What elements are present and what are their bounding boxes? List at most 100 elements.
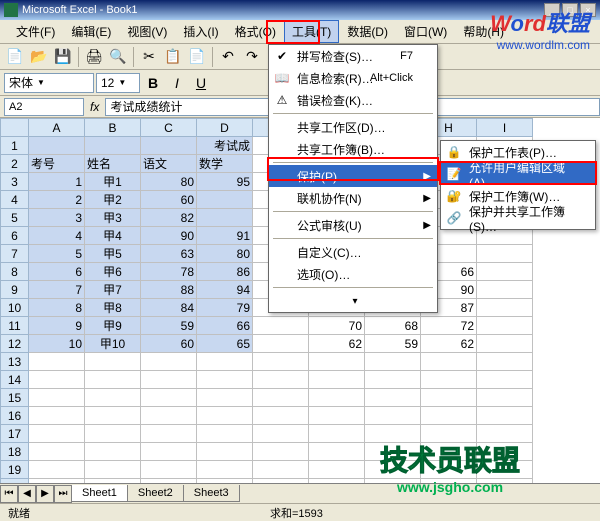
cell[interactable]: 甲10	[85, 335, 141, 353]
menu-item[interactable]: ⚠错误检查(K)…	[269, 89, 437, 111]
preview-button[interactable]: 🔍	[107, 46, 129, 68]
row-header[interactable]: 17	[1, 425, 29, 443]
cell[interactable]	[85, 461, 141, 479]
cell[interactable]	[29, 353, 85, 371]
menu-item[interactable]: 共享工作簿(B)…	[269, 138, 437, 160]
cell[interactable]	[141, 389, 197, 407]
menu-4[interactable]: 格式(O)	[227, 20, 284, 43]
cell[interactable]	[197, 191, 253, 209]
cell[interactable]	[197, 443, 253, 461]
font-name-combo[interactable]: 宋体▼	[4, 73, 94, 93]
cell[interactable]	[197, 353, 253, 371]
cell[interactable]	[141, 443, 197, 461]
cell[interactable]: 6	[29, 263, 85, 281]
cell[interactable]: 63	[141, 245, 197, 263]
menu-3[interactable]: 插入(I)	[175, 20, 226, 43]
cell[interactable]	[141, 407, 197, 425]
cell[interactable]	[477, 335, 533, 353]
row-header[interactable]: 8	[1, 263, 29, 281]
cell[interactable]	[477, 281, 533, 299]
sheet-tab[interactable]: Sheet1	[71, 485, 128, 502]
cell[interactable]	[309, 353, 365, 371]
cell[interactable]	[29, 371, 85, 389]
cell[interactable]: 9	[29, 317, 85, 335]
menu-item[interactable]: 联机协作(N)▶	[269, 187, 437, 209]
bold-button[interactable]: B	[142, 72, 164, 94]
underline-button[interactable]: U	[190, 72, 212, 94]
cell[interactable]: 84	[141, 299, 197, 317]
cell[interactable]	[477, 263, 533, 281]
cell[interactable]	[421, 389, 477, 407]
cell[interactable]: 59	[365, 335, 421, 353]
print-button[interactable]: 🖨	[83, 46, 105, 68]
cell[interactable]	[85, 353, 141, 371]
row-header[interactable]: 6	[1, 227, 29, 245]
cell[interactable]: 95	[197, 173, 253, 191]
cell[interactable]: 4	[29, 227, 85, 245]
redo-button[interactable]: ↷	[241, 46, 263, 68]
menu-5[interactable]: 工具(T)	[284, 20, 339, 43]
cell[interactable]	[309, 425, 365, 443]
cell[interactable]: 8	[29, 299, 85, 317]
cell[interactable]: 1	[29, 173, 85, 191]
cell[interactable]: 80	[197, 245, 253, 263]
cell[interactable]	[197, 389, 253, 407]
cell[interactable]	[141, 353, 197, 371]
cell[interactable]: 甲9	[85, 317, 141, 335]
cell[interactable]: 66	[197, 317, 253, 335]
cell[interactable]	[141, 371, 197, 389]
cell[interactable]: 3	[29, 209, 85, 227]
menu-7[interactable]: 窗口(W)	[396, 20, 455, 43]
cell[interactable]: 86	[197, 263, 253, 281]
cell[interactable]	[253, 389, 309, 407]
cell[interactable]	[253, 353, 309, 371]
submenu-item[interactable]: 📝允许用户编辑区域(A)…	[441, 163, 595, 185]
undo-button[interactable]: ↶	[217, 46, 239, 68]
menu-item[interactable]: 📖信息检索(R)…Alt+Click	[269, 67, 437, 89]
cell[interactable]: 79	[197, 299, 253, 317]
cell[interactable]	[141, 137, 197, 155]
cell[interactable]	[85, 407, 141, 425]
row-header[interactable]: 11	[1, 317, 29, 335]
cell[interactable]	[85, 137, 141, 155]
menu-item[interactable]: 自定义(C)…	[269, 241, 437, 263]
cell[interactable]: 72	[421, 317, 477, 335]
cell[interactable]: 90	[141, 227, 197, 245]
cell[interactable]: 78	[141, 263, 197, 281]
cell[interactable]: 70	[309, 317, 365, 335]
cell[interactable]: 甲4	[85, 227, 141, 245]
cell[interactable]	[85, 389, 141, 407]
cell[interactable]	[141, 461, 197, 479]
cell[interactable]: 88	[141, 281, 197, 299]
cell[interactable]	[197, 209, 253, 227]
cell[interactable]	[253, 425, 309, 443]
cell[interactable]	[253, 371, 309, 389]
menu-item[interactable]: 共享工作区(D)…	[269, 116, 437, 138]
fx-icon[interactable]: fx	[84, 100, 105, 114]
cell[interactable]	[309, 461, 365, 479]
cell[interactable]: 91	[197, 227, 253, 245]
row-header[interactable]: 4	[1, 191, 29, 209]
cell[interactable]: 考试成	[197, 137, 253, 155]
menu-1[interactable]: 编辑(E)	[63, 20, 119, 43]
cell[interactable]	[309, 407, 365, 425]
row-header[interactable]: 13	[1, 353, 29, 371]
cell[interactable]	[477, 371, 533, 389]
cell[interactable]	[421, 353, 477, 371]
menu-6[interactable]: 数据(D)	[339, 20, 396, 43]
cell[interactable]: 62	[309, 335, 365, 353]
cell[interactable]	[85, 371, 141, 389]
tab-nav-prev[interactable]: ◀	[18, 485, 36, 503]
cell[interactable]	[29, 407, 85, 425]
cell[interactable]: 甲2	[85, 191, 141, 209]
menu-item[interactable]: 选项(O)…	[269, 263, 437, 285]
font-size-combo[interactable]: 12▼	[96, 73, 140, 93]
cell[interactable]	[197, 407, 253, 425]
cell[interactable]	[477, 407, 533, 425]
cell[interactable]	[477, 299, 533, 317]
cell[interactable]	[85, 425, 141, 443]
menu-item[interactable]: 公式审核(U)▶	[269, 214, 437, 236]
cell[interactable]	[253, 407, 309, 425]
cell[interactable]: 甲3	[85, 209, 141, 227]
cell[interactable]	[365, 371, 421, 389]
